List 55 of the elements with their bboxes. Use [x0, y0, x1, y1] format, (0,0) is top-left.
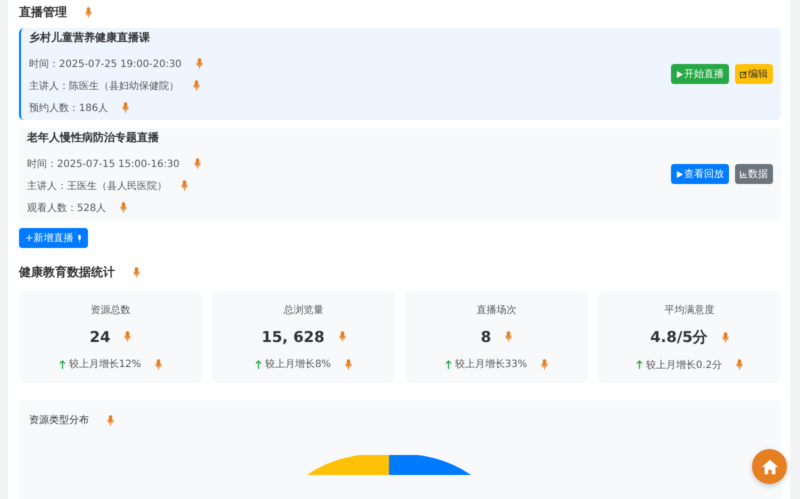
- mic-icon: [196, 58, 203, 69]
- stat-trend: 较上月增长12%: [68, 358, 142, 372]
- live-detail: 时间：2025-07-25 19:00-20:30: [29, 58, 182, 70]
- live-detail: 观看人数：528人: [27, 202, 106, 214]
- bar-chart-icon: [740, 170, 747, 178]
- arrow-up-icon: [58, 360, 66, 369]
- mic-icon: [107, 414, 114, 426]
- action-button[interactable]: 数据: [735, 164, 773, 184]
- stat-label: 总浏览量: [284, 304, 324, 317]
- stat-trend: 较上月增长8%: [265, 358, 331, 372]
- stat-label: 平均满意度: [664, 304, 714, 316]
- arrow-up-icon: [444, 360, 452, 369]
- mic-icon: [338, 331, 346, 342]
- mic-icon: [133, 266, 140, 278]
- mic-icon: [85, 6, 92, 18]
- stat-value: 4.8/5分: [650, 328, 708, 346]
- stat-label: 直播场次: [476, 304, 516, 317]
- mic-icon: [124, 331, 132, 342]
- mic-icon: [736, 359, 743, 370]
- action-button[interactable]: 开始直播: [671, 64, 729, 84]
- stat-trend: 较上月增长0.2分: [646, 358, 722, 372]
- mic-icon: [541, 358, 548, 370]
- action-button[interactable]: 编辑: [735, 64, 773, 84]
- live-detail: 主讲人：陈医生（县妇幼保健院）: [29, 80, 179, 92]
- live-title: 老年人慢性病防治专题直播: [27, 130, 160, 144]
- mic-icon: [155, 358, 162, 370]
- mic-icon: [193, 80, 200, 91]
- mic-icon: [722, 332, 729, 342]
- section-title: 直播管理: [19, 4, 67, 20]
- stat-value: 24: [90, 328, 110, 346]
- play-icon: [676, 70, 683, 78]
- edit-icon: [740, 70, 747, 78]
- add-live-button[interactable]: +新增直播: [19, 228, 88, 248]
- arrow-up-icon: [255, 360, 262, 369]
- stat-value: 15, 628: [261, 328, 325, 346]
- stat-trend: 较上月增长33%: [454, 358, 528, 372]
- arrow-up-icon: [636, 360, 644, 369]
- play-icon: [676, 170, 683, 178]
- mic-icon: [120, 202, 128, 213]
- mic-icon: [122, 102, 130, 113]
- chart-title: 资源类型分布: [29, 414, 89, 427]
- stat-label: 资源总数: [90, 304, 130, 317]
- mic-icon: [181, 180, 188, 191]
- section-title: 健康教育数据统计: [19, 264, 115, 280]
- mic-icon: [344, 358, 352, 370]
- live-title: 乡村儿童营养健康直播课: [29, 30, 151, 44]
- mic-icon: [194, 158, 201, 169]
- stat-value: 8: [480, 328, 492, 346]
- mic-icon: [505, 331, 512, 342]
- mic-icon: [77, 234, 82, 242]
- home-icon: [760, 458, 778, 476]
- live-detail: 时间：2025-07-15 15:00-16:30: [27, 158, 180, 170]
- live-detail: 预约人数：186人: [29, 102, 108, 114]
- action-button[interactable]: 查看回放: [671, 164, 729, 184]
- live-detail: 主讲人：王医生（县人民医院）: [27, 180, 167, 192]
